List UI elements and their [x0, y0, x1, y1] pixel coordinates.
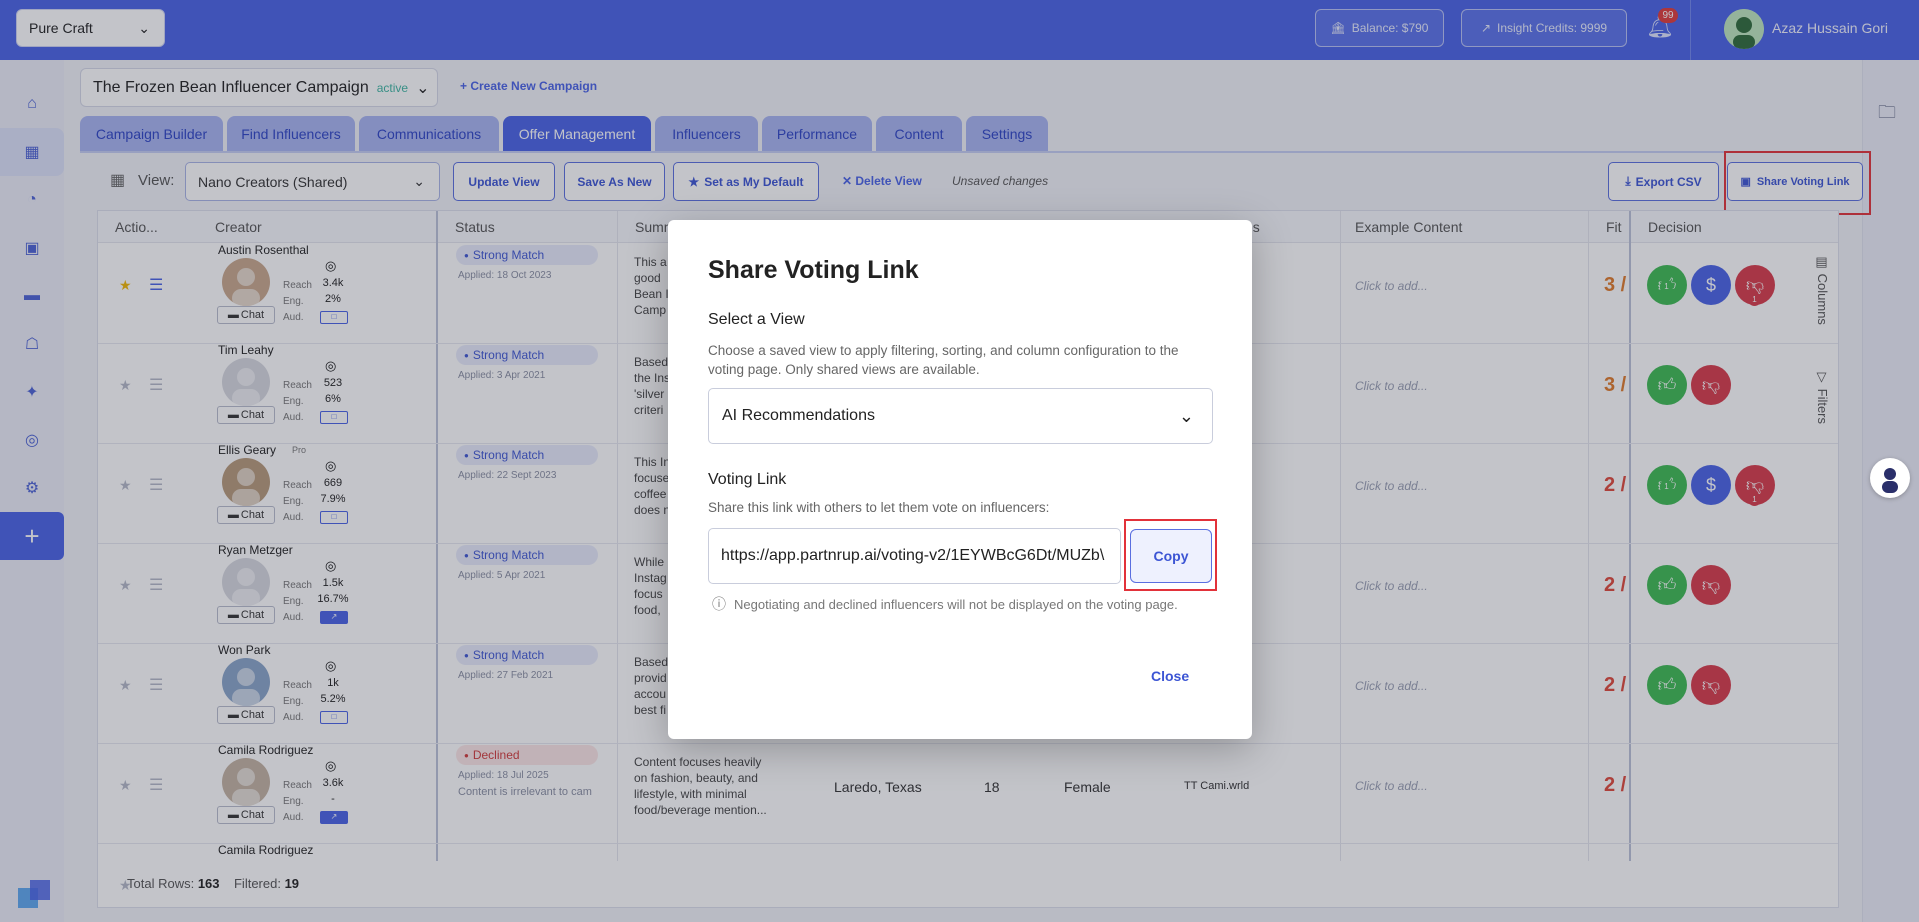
- voting-link-description: Share this link with others to let them …: [708, 500, 1050, 515]
- voting-note: ⓘ Negotiating and declined influencers w…: [712, 594, 1178, 614]
- close-button[interactable]: Close: [1151, 668, 1189, 684]
- voting-note-text: Negotiating and declined influencers wil…: [734, 596, 1178, 612]
- highlight-box: [1124, 519, 1217, 591]
- modal-title: Share Voting Link: [708, 256, 919, 284]
- info-icon: ⓘ: [712, 596, 726, 612]
- select-view-description: Choose a saved view to apply filtering, …: [708, 343, 1179, 377]
- voting-view-value: AI Recommendations: [722, 407, 875, 424]
- voting-view-select[interactable]: AI Recommendations ⌄: [708, 388, 1213, 444]
- voting-link-heading: Voting Link: [708, 471, 787, 488]
- voting-link-field[interactable]: https://app.partnrup.ai/voting-v2/1EYWBc…: [708, 528, 1121, 584]
- select-view-heading: Select a View: [708, 311, 805, 328]
- floating-avatar[interactable]: [1870, 458, 1910, 498]
- chevron-down-icon: ⌄: [1178, 405, 1194, 426]
